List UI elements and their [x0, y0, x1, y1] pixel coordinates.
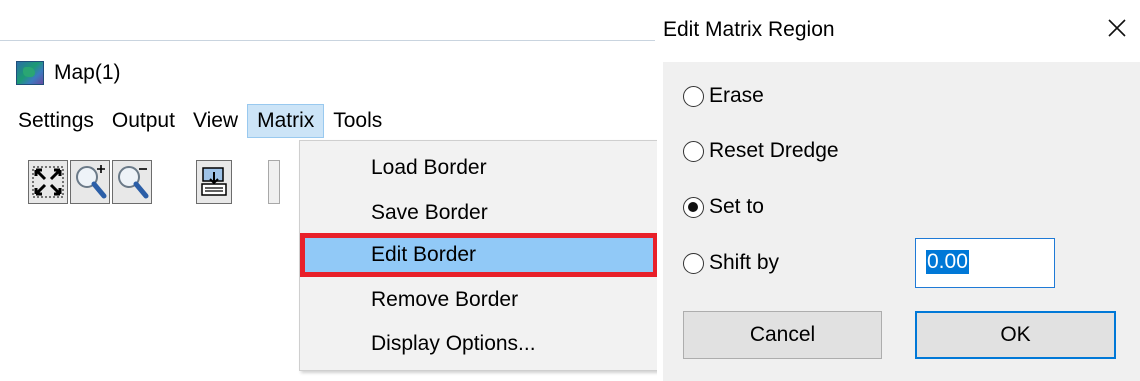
dialog-titlebar: Edit Matrix Region: [663, 0, 1140, 62]
menu-item-save-border[interactable]: Save Border: [300, 191, 658, 235]
menu-tools[interactable]: Tools: [324, 104, 391, 138]
menu-settings[interactable]: Settings: [0, 104, 103, 138]
zoom-extents-button[interactable]: [28, 160, 68, 204]
menubar: Settings Output View Matrix Tools: [0, 104, 391, 138]
radio-reset-dredge[interactable]: Reset Dredge: [683, 135, 839, 167]
radio-set-to-label: Set to: [709, 195, 764, 218]
edit-matrix-region-dialog: Edit Matrix Region Erase Reset Dredge Se…: [663, 0, 1140, 381]
map-window: Map(1) Settings Output View Matrix Tools: [0, 0, 660, 381]
window-border: [0, 40, 655, 41]
radio-set-to[interactable]: Set to: [683, 191, 764, 223]
radio-button-icon[interactable]: [683, 140, 704, 162]
matrix-dropdown-menu: Load Border Save Border Edit Border Remo…: [299, 140, 659, 371]
close-icon: [1108, 19, 1126, 37]
toolbar-field[interactable]: [268, 160, 280, 204]
close-button[interactable]: [1099, 10, 1135, 46]
zoom-out-icon: [118, 166, 149, 199]
menu-view[interactable]: View: [184, 104, 247, 138]
radio-shift-by[interactable]: Shift by: [683, 247, 779, 279]
toolbar: [28, 160, 280, 204]
radio-reset-dredge-label: Reset Dredge: [709, 139, 839, 162]
menu-output[interactable]: Output: [103, 104, 184, 138]
shift-by-value[interactable]: 0.00: [926, 250, 969, 274]
ok-button[interactable]: OK: [915, 311, 1116, 359]
menu-item-remove-border[interactable]: Remove Border: [300, 278, 658, 322]
menu-item-edit-border[interactable]: Edit Border: [300, 233, 658, 277]
map-app-icon: [16, 61, 44, 85]
dialog-title: Edit Matrix Region: [663, 18, 835, 41]
radio-erase[interactable]: Erase: [683, 80, 764, 112]
shift-by-input[interactable]: 0.00: [915, 238, 1055, 288]
menu-item-load-border[interactable]: Load Border: [300, 146, 658, 190]
map-title-row: Map(1): [16, 58, 121, 88]
export-icon: [201, 167, 227, 196]
zoom-out-button[interactable]: [112, 160, 152, 204]
export-button[interactable]: [196, 160, 232, 204]
cancel-button[interactable]: Cancel: [683, 311, 882, 359]
radio-button-checked-icon[interactable]: [683, 196, 704, 218]
radio-button-icon[interactable]: [683, 252, 704, 274]
radio-erase-label: Erase: [709, 84, 764, 107]
menu-matrix[interactable]: Matrix: [247, 104, 325, 138]
zoom-in-button[interactable]: [70, 160, 110, 204]
radio-button-icon[interactable]: [683, 85, 704, 107]
zoom-in-icon: [76, 165, 107, 199]
map-window-title: Map(1): [54, 61, 121, 84]
radio-shift-by-label: Shift by: [709, 251, 780, 274]
menu-item-display-options[interactable]: Display Options...: [300, 322, 658, 366]
zoom-extents-icon: [32, 166, 64, 198]
